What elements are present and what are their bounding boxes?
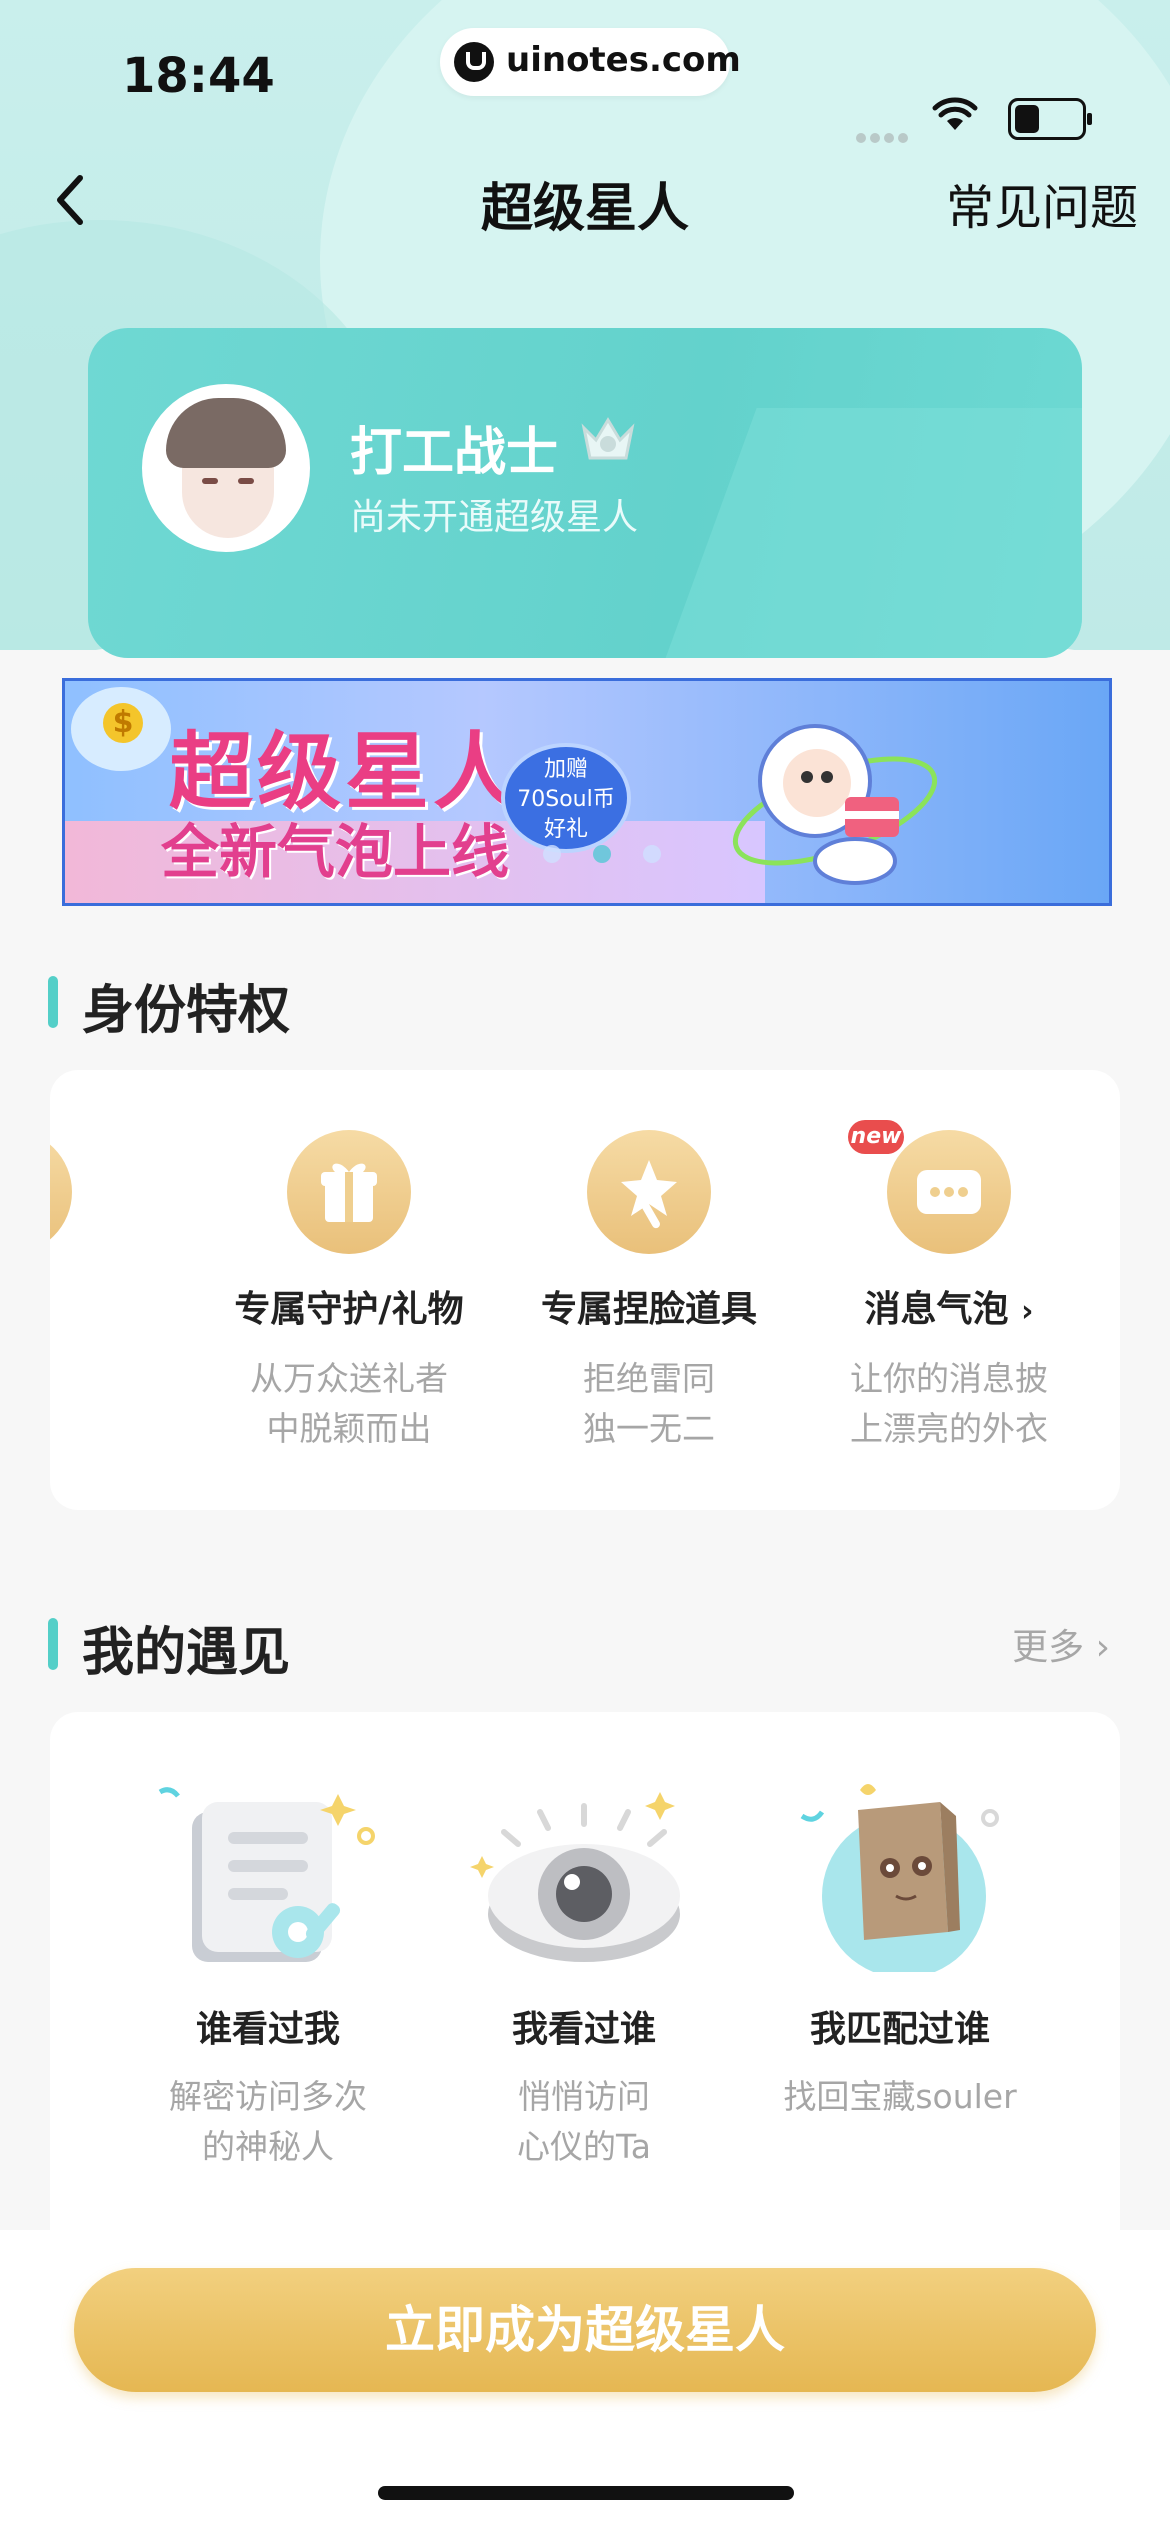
faq-link[interactable]: 常见问题 (946, 168, 1138, 238)
section-title: 身份特权 (82, 981, 291, 1041)
home-indicator[interactable] (378, 2486, 794, 2500)
chevron-right-icon: › (1021, 1294, 1034, 1329)
profile-name: 打工战士 (350, 423, 559, 483)
gift-icon (287, 1130, 411, 1254)
badge-icon: ♛ (50, 1130, 72, 1254)
encounter-item[interactable]: 谁看过我 解密访问多次 的神秘人 (118, 1772, 418, 2172)
encounter-name: 我看过谁 (511, 2009, 656, 2050)
profile-card: 打工战士 尚未开通超级星人 (88, 328, 1082, 658)
encounters-card: 谁看过我 解密访问多次 的神秘人 我看过谁 悄悄访问 心仪的Ta 我匹配过谁 找… (50, 1712, 1120, 2272)
profile-status: 尚未开通超级星人 (350, 497, 639, 538)
astronaut-illustration (725, 701, 945, 891)
cellular-signal-icon (856, 128, 912, 143)
more-link[interactable]: 更多 › (1012, 1618, 1110, 1670)
encounter-name: 我匹配过谁 (809, 2009, 990, 2050)
encounter-item[interactable]: 我看过谁 悄悄访问 心仪的Ta (434, 1772, 734, 2172)
privilege-name: 专属守护/礼物 (234, 1289, 464, 1330)
chat-bubble-icon (887, 1130, 1011, 1254)
site-logo-icon (454, 42, 494, 82)
gift-line-1: 加赠 (543, 757, 588, 782)
promo-banner[interactable]: 超级星人 全新气泡上线 加赠 70Soul币 好礼 (62, 678, 1112, 906)
battery-icon (1008, 98, 1092, 140)
status-time: 18:44 (122, 48, 275, 104)
privilege-item[interactable]: ♛ 徽章 徽章 识别 (50, 1130, 160, 1454)
privilege-desc: 徽章 (50, 1354, 160, 1404)
privilege-item[interactable]: 专属捏脸道具 拒绝雷同 独一无二 (499, 1130, 799, 1454)
encounter-desc: 悄悄访问 (518, 2077, 650, 2116)
banner-subtitle: 全新气泡上线 (161, 818, 510, 886)
more-label: 更多 (1012, 1627, 1085, 1668)
privilege-desc: 从万众送礼者 (250, 1359, 448, 1398)
gift-line-3: 好礼 (543, 817, 588, 842)
star-wand-icon (587, 1130, 711, 1254)
privilege-name: 消息气泡 › (864, 1289, 1034, 1330)
encounter-desc: 解密访问多次 (169, 2077, 367, 2116)
privilege-desc: 识别 (50, 1404, 160, 1454)
eye-illustration (464, 1772, 704, 1972)
privilege-item-bubble[interactable]: 消息气泡 › 让你的消息披 上漂亮的外衣 (799, 1130, 1099, 1454)
banner-pager[interactable] (543, 845, 693, 867)
encounter-name: 谁看过我 (195, 2009, 340, 2050)
chevron-right-icon: › (1095, 1627, 1110, 1668)
privilege-name: 徽章 (50, 1280, 160, 1332)
document-key-illustration (148, 1772, 388, 1972)
gift-line-2: 70Soul币 (517, 787, 615, 812)
crown-coin-icon (71, 687, 171, 771)
banner-gift-badge: 加赠 70Soul币 好礼 (501, 743, 631, 853)
privilege-desc: 中脱颖而出 (266, 1409, 432, 1448)
privilege-desc: 独一无二 (583, 1409, 715, 1448)
encounter-desc: 找回宝藏souler (783, 2077, 1017, 2116)
privilege-name: 专属捏脸道具 (540, 1289, 757, 1330)
privileges-card: ♛ 徽章 徽章 识别 专属守护/礼物 从万众送礼者 中脱颖而出 专属捏脸道具 拒… (50, 1070, 1120, 1510)
privilege-desc: 让你的消息披 (850, 1359, 1048, 1398)
wifi-icon (932, 96, 978, 142)
url-pill[interactable]: uinotes.com (440, 28, 741, 96)
member-badge-icon (578, 412, 638, 466)
avatar[interactable] (142, 384, 310, 552)
encounter-desc: 的神秘人 (202, 2127, 334, 2166)
become-member-button[interactable]: 立即成为超级星人 (74, 2268, 1096, 2392)
new-badge: new (848, 1120, 904, 1154)
url-text: uinotes.com (506, 40, 741, 80)
navigation-bar: 超级星人 常见问题 (0, 150, 1170, 250)
privilege-item[interactable]: 专属守护/礼物 从万众送礼者 中脱颖而出 (199, 1130, 499, 1454)
encounter-desc: 心仪的Ta (517, 2127, 651, 2166)
section-title: 我的遇见 (82, 1623, 291, 1683)
privilege-desc: 上漂亮的外衣 (850, 1409, 1048, 1448)
privilege-desc: 拒绝雷同 (583, 1359, 715, 1398)
encounter-item[interactable]: 我匹配过谁 找回宝藏souler (750, 1772, 1050, 2122)
paper-bag-illustration (780, 1772, 1020, 1978)
